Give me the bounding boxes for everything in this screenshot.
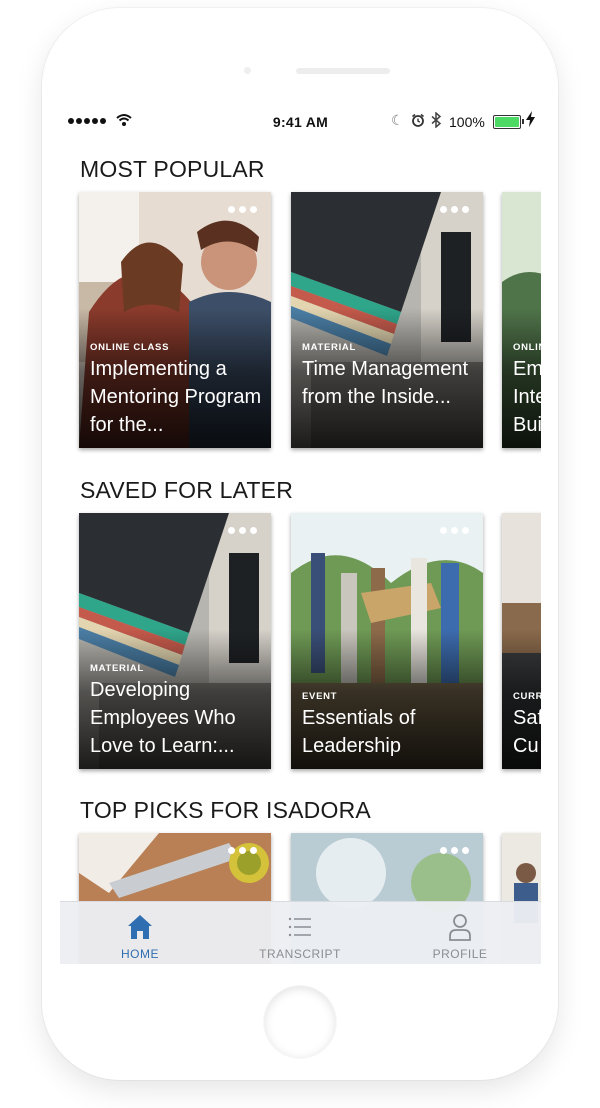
battery-percent: 100% <box>449 114 485 130</box>
content-card[interactable]: CURR Saf Cu <box>502 513 541 769</box>
charging-bolt-icon <box>526 111 535 127</box>
card-type: MATERIAL <box>302 342 356 353</box>
bluetooth-icon <box>431 112 442 128</box>
more-options-icon[interactable] <box>228 847 257 854</box>
list-icon <box>288 917 311 937</box>
app-screen: 9:41 AM ☾ 100% MOST POPULAR ONLINE CLASS… <box>60 104 541 964</box>
home-icon <box>128 915 152 939</box>
card-title: Developing Employees Who Love to Learn:.… <box>90 679 236 757</box>
home-button[interactable] <box>264 986 336 1058</box>
more-options-icon[interactable] <box>228 206 257 213</box>
card-type: CURR <box>513 691 541 702</box>
tab-bar: HOME TRANSCRIPT PROFILE <box>60 901 541 964</box>
card-title: Essentials of Leadership <box>302 707 416 757</box>
tab-profile[interactable]: PROFILE <box>400 902 520 964</box>
battery-icon <box>493 115 524 129</box>
status-bar: 9:41 AM ☾ 100% <box>60 104 541 140</box>
tab-label: TRANSCRIPT <box>259 947 341 961</box>
tab-label: HOME <box>121 947 159 961</box>
content-card[interactable]: ONLINE Em Inte Bui <box>502 192 541 448</box>
person-icon <box>449 914 471 941</box>
more-options-icon[interactable] <box>228 527 257 534</box>
content-card[interactable]: ONLINE CLASS Implementing a Mentoring Pr… <box>79 192 271 448</box>
front-camera <box>244 67 251 74</box>
card-title: Implementing a Mentoring Program for the… <box>90 358 262 436</box>
card-type: MATERIAL <box>90 663 144 674</box>
card-title: Saf Cu <box>513 707 541 757</box>
content-card[interactable]: MATERIAL Time Management from the Inside… <box>291 192 483 448</box>
card-type: ONLINE <box>513 342 541 353</box>
card-type: EVENT <box>302 691 338 702</box>
alarm-icon <box>412 113 424 127</box>
carousel-saved-for-later[interactable]: MATERIAL Developing Employees Who Love t… <box>60 513 541 773</box>
section-title-most-popular: MOST POPULAR <box>80 156 265 182</box>
phone-frame: 9:41 AM ☾ 100% MOST POPULAR ONLINE CLASS… <box>42 8 558 1080</box>
carousel-most-popular[interactable]: ONLINE CLASS Implementing a Mentoring Pr… <box>60 192 541 452</box>
section-title-saved-for-later: SAVED FOR LATER <box>80 477 294 503</box>
more-options-icon[interactable] <box>440 527 469 534</box>
moon-icon: ☾ <box>391 112 404 128</box>
tab-transcript[interactable]: TRANSCRIPT <box>240 902 360 964</box>
content-card[interactable]: EVENT Essentials of Leadership <box>291 513 483 769</box>
tab-label: PROFILE <box>432 947 488 961</box>
more-options-icon[interactable] <box>440 847 469 854</box>
more-options-icon[interactable] <box>440 206 469 213</box>
section-title-top-picks: TOP PICKS FOR ISADORA <box>80 797 371 823</box>
tab-home[interactable]: HOME <box>80 902 200 964</box>
card-title: Time Management from the Inside... <box>302 358 468 408</box>
earpiece-speaker <box>296 68 390 74</box>
card-type: ONLINE CLASS <box>90 342 170 353</box>
card-title: Em Inte Bui <box>513 358 541 436</box>
content-card[interactable]: MATERIAL Developing Employees Who Love t… <box>79 513 271 769</box>
